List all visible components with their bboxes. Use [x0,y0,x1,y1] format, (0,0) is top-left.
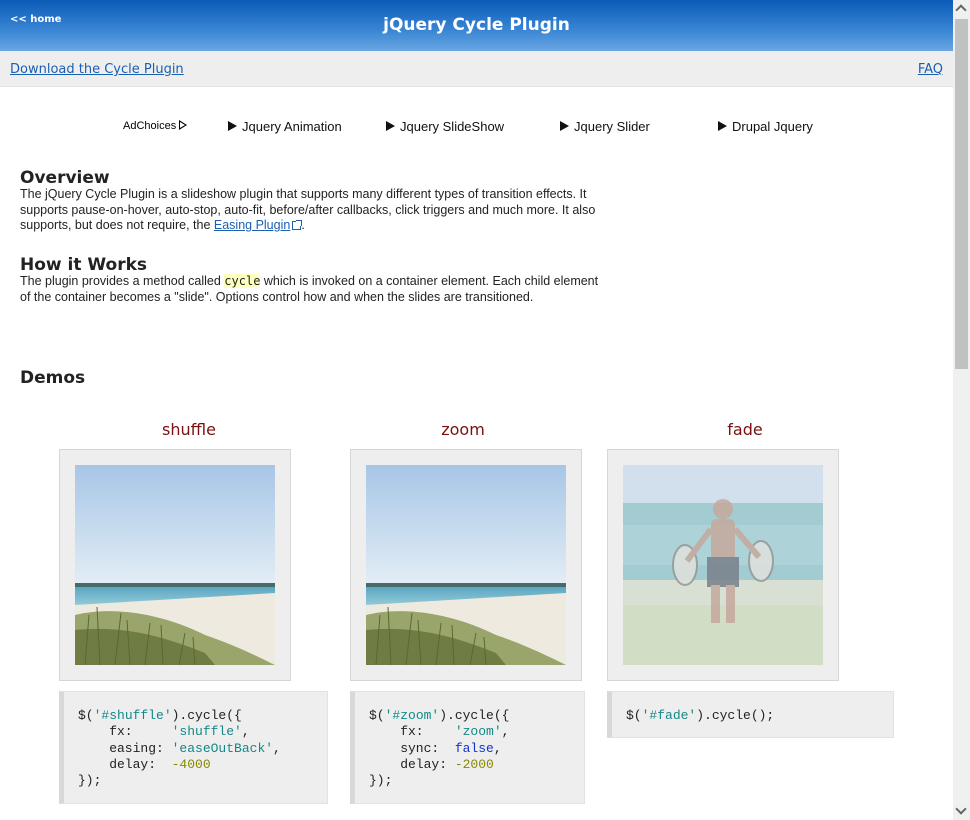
code-token: }); [369,773,393,789]
code-token: $( [369,708,385,723]
ad-link-label: Jquery Slider [574,119,650,134]
play-icon [560,121,569,131]
code-token: '#shuffle' [93,708,172,723]
adchoices-icon [179,120,188,130]
demo-title-zoom: zoom [441,420,485,439]
code-token: -4000 [171,756,211,772]
how-text: The plugin provides a method called [20,274,225,288]
code-token: $( [78,708,94,723]
scroll-up-arrow-icon[interactable] [953,0,970,17]
scroll-down-arrow-icon[interactable] [953,803,970,820]
play-icon [228,121,237,131]
ad-links-bar: AdChoices Jquery Animation Jquery SlideS… [0,118,953,136]
code-token: 'zoom' [454,724,502,740]
vertical-scrollbar[interactable] [953,0,970,820]
code-token: }); [78,773,102,789]
ad-link-label: Jquery Animation [242,119,342,134]
code-token: sync: [369,740,455,756]
faq-link[interactable]: FAQ [918,62,943,77]
code-token: , [273,740,281,756]
slideshow-shuffle[interactable] [59,449,291,681]
code-token: fx: [78,724,172,740]
code-token: , [241,724,250,740]
code-token: easing: [78,740,172,756]
ad-link-jquery-slideshow[interactable]: Jquery SlideShow [386,119,504,134]
sub-navigation-bar: Download the Cycle Plugin FAQ [0,51,953,87]
external-link-icon [292,220,303,230]
overview-paragraph: The jQuery Cycle Plugin is a slideshow p… [20,187,600,234]
download-plugin-link[interactable]: Download the Cycle Plugin [10,62,184,77]
demo-title-fade: fade [727,420,763,439]
code-token: , [493,740,502,756]
adchoices-badge[interactable]: AdChoices [123,119,188,132]
code-token: delay: [369,756,455,772]
overview-heading: Overview [20,168,110,188]
code-token: '#zoom' [384,708,440,723]
code-token: fx: [369,724,455,740]
ad-link-label: Drupal Jquery [732,119,813,134]
slideshow-fade[interactable] [607,449,839,681]
ad-link-drupal-jquery[interactable]: Drupal Jquery [718,119,813,134]
ad-link-jquery-animation[interactable]: Jquery Animation [228,119,342,134]
code-token: 'shuffle' [171,724,242,740]
slideshow-zoom[interactable] [350,449,582,681]
ad-link-jquery-slider[interactable]: Jquery Slider [560,119,650,134]
easing-plugin-link[interactable]: Easing Plugin [214,218,290,232]
site-title: jQuery Cycle Plugin [383,15,570,35]
code-token: '#fade' [641,708,697,723]
beach-dunes-image [75,465,275,665]
code-token: , [501,724,510,740]
code-token: ).cycle({ [171,708,242,723]
how-it-works-heading: How it Works [20,255,148,275]
how-it-works-paragraph: The plugin provides a method called cycl… [20,274,600,305]
overview-text: The jQuery Cycle Plugin is a slideshow p… [20,187,596,232]
code-token: 'easeOutBack' [171,740,274,756]
code-token: delay: [78,756,172,772]
code-token: ).cycle(); [696,708,775,723]
code-token: $( [626,708,642,723]
scrollbar-thumb[interactable] [955,19,968,369]
code-token: false [454,740,494,756]
cycle-code-inline: cycle [224,274,261,288]
demos-heading: Demos [20,368,86,388]
demo-title-shuffle: shuffle [162,420,216,439]
play-icon [386,121,395,131]
adchoices-label: AdChoices [123,120,177,132]
code-sample-fade: $('#fade').cycle(); [607,691,894,738]
code-token: ).cycle({ [439,708,510,723]
site-header: << home jQuery Cycle Plugin [0,0,953,51]
play-icon [718,121,727,131]
code-sample-zoom: $('#zoom').cycle({ fx: 'zoom', sync: fal… [350,691,585,804]
ad-link-label: Jquery SlideShow [400,119,505,134]
code-token: -2000 [454,756,494,772]
boy-on-beach-image [623,465,823,665]
beach-dunes-image [366,465,566,665]
code-sample-shuffle: $('#shuffle').cycle({ fx: 'shuffle', eas… [59,691,328,804]
